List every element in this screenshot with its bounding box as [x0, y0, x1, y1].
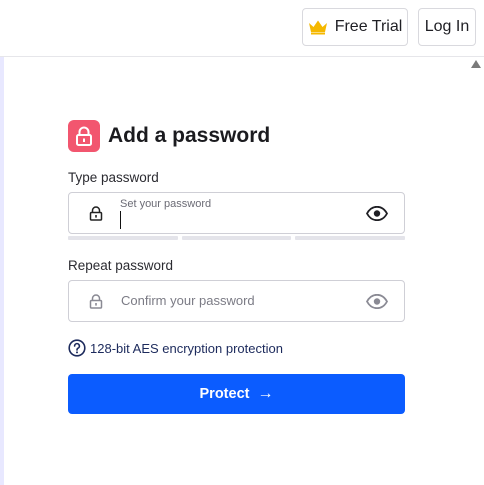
- page-title: Add a password: [108, 124, 271, 147]
- protect-button[interactable]: Protect →: [68, 374, 405, 414]
- strength-segment: [295, 236, 406, 240]
- protect-label: Protect: [199, 386, 250, 402]
- encryption-info: 128-bit AES encryption protection: [68, 339, 283, 357]
- crown-icon: [308, 20, 327, 35]
- scroll-up-arrow-icon[interactable]: [471, 60, 481, 68]
- lock-badge-icon: [68, 120, 100, 152]
- repeat-password-placeholder: Confirm your password: [121, 293, 255, 308]
- free-trial-button[interactable]: Free Trial: [302, 8, 408, 46]
- free-trial-label: Free Trial: [334, 18, 403, 35]
- arrow-right-icon: →: [257, 385, 274, 402]
- eye-icon[interactable]: [366, 294, 388, 309]
- lock-icon: [89, 294, 103, 309]
- type-password-field[interactable]: Set your password: [68, 192, 405, 234]
- strength-segment: [181, 236, 292, 240]
- password-strength-meter: [68, 236, 406, 240]
- top-header: Free Trial Log In: [0, 0, 484, 57]
- left-edge-strip: [0, 57, 4, 485]
- type-password-placeholder: Set your password: [120, 198, 212, 210]
- form-heading: Add a password: [68, 120, 270, 152]
- repeat-password-label: Repeat password: [68, 258, 174, 273]
- type-password-label: Type password: [68, 170, 159, 185]
- login-label: Log In: [424, 18, 470, 35]
- question-circle-icon[interactable]: [68, 339, 86, 357]
- encryption-info-text: 128-bit AES encryption protection: [90, 340, 283, 356]
- strength-segment: [68, 236, 178, 240]
- login-button[interactable]: Log In: [418, 8, 476, 46]
- scrollbar[interactable]: [467, 57, 484, 485]
- eye-icon[interactable]: [366, 206, 388, 221]
- lock-icon: [89, 206, 103, 221]
- text-caret: [120, 211, 121, 229]
- repeat-password-field[interactable]: Confirm your password: [68, 280, 405, 322]
